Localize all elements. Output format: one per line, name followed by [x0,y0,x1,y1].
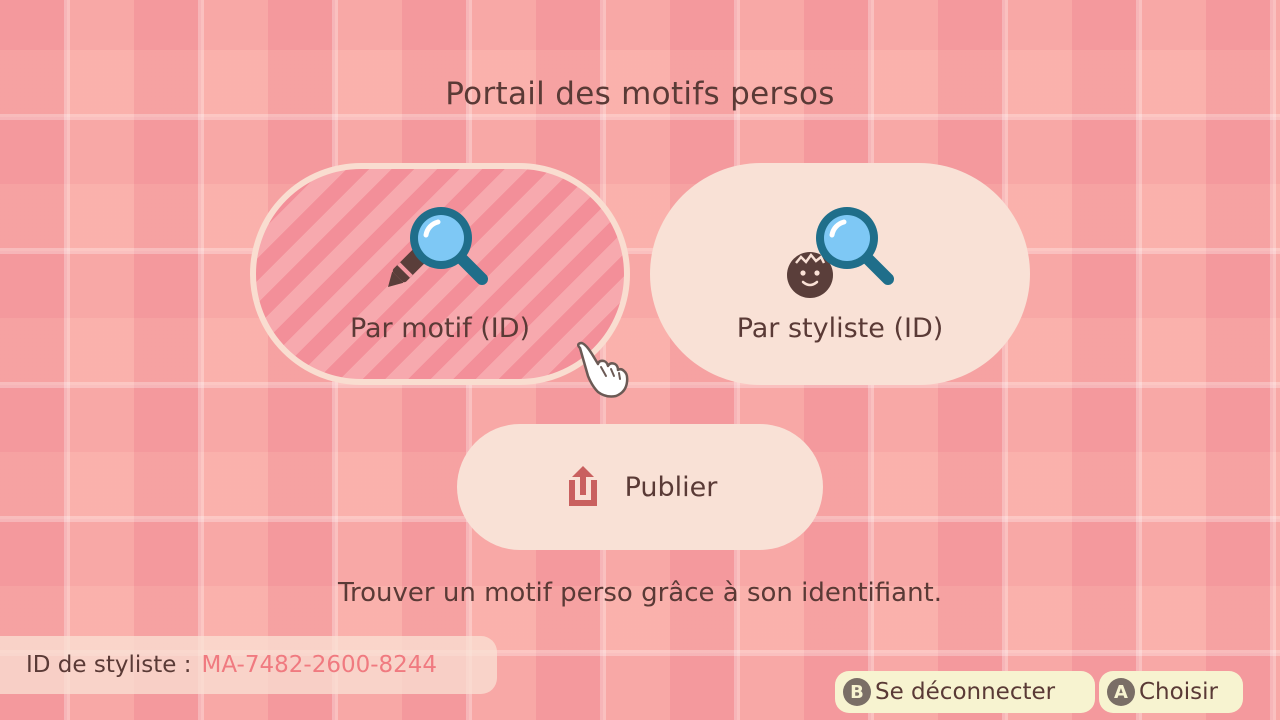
logout-label: Se déconnecter [875,679,1056,705]
publish-button[interactable]: Publier [457,424,823,550]
choose-label: Choisir [1139,679,1218,705]
publish-label: Publier [624,471,718,503]
designer-id-value: MA-7482-2600-8244 [201,652,438,678]
page-title: Portail des motifs persos [445,76,835,112]
description-text: Trouver un motif perso grâce à son ident… [337,578,943,608]
choose-button[interactable]: A Choisir [1099,671,1243,713]
a-button-icon: A [1107,678,1135,706]
search-by-pattern-label: Par motif (ID) [349,312,531,344]
designer-id-label: ID de styliste : [26,652,192,678]
designer-id-panel: ID de styliste : MA-7482-2600-8244 [0,636,497,694]
search-by-designer-button[interactable]: Par styliste (ID) [650,163,1030,385]
designer-search-icon-group [770,205,910,305]
upload-icon [568,466,597,506]
magnifier-icon [410,206,488,285]
search-by-designer-label: Par styliste (ID) [736,312,944,344]
b-button-icon: B [843,678,871,706]
pattern-search-icon-group [370,205,510,305]
logout-button[interactable]: B Se déconnecter [835,671,1095,713]
hand-pointer-icon [577,341,629,398]
magnifier-icon [816,206,894,285]
